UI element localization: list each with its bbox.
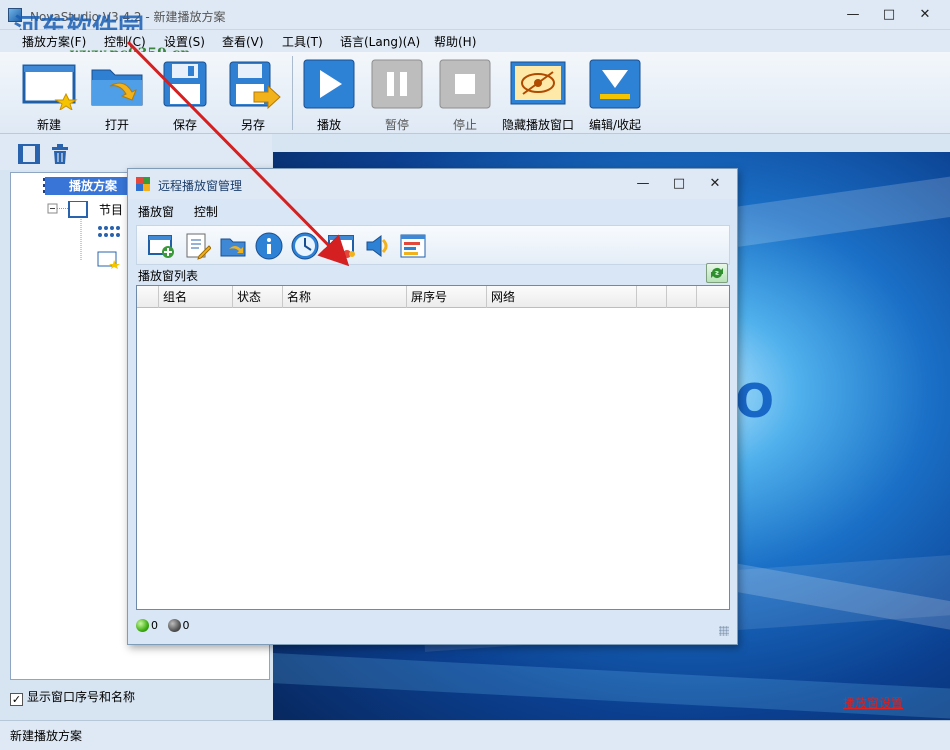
dialog-app-icon — [136, 177, 150, 191]
show-index-row[interactable]: ✓ 显示窗口序号和名称 — [10, 688, 135, 706]
col-network[interactable]: 网络 — [487, 286, 637, 308]
dialog-title: 远程播放窗管理 — [158, 179, 243, 193]
scheme-toolbar — [0, 134, 272, 170]
stop-button[interactable]: 停止 — [432, 58, 498, 132]
dialog-maximize-button[interactable]: □ — [666, 175, 692, 193]
save-as-icon — [224, 58, 282, 110]
dialog-title-bar: 远程播放窗管理 — □ ✕ — [128, 169, 737, 199]
window-list-caption: 播放窗列表 — [138, 269, 199, 283]
hide-play-window-button[interactable]: 隐藏播放窗口 — [500, 58, 576, 132]
menu-tools[interactable]: 工具(T) — [282, 33, 323, 50]
col-extra-2[interactable] — [667, 286, 697, 308]
col-status[interactable]: 状态 — [233, 286, 283, 308]
dialog-menu-control[interactable]: 控制 — [194, 205, 218, 219]
dots-grid-icon[interactable] — [97, 225, 121, 243]
trash-icon[interactable] — [50, 143, 70, 165]
clock-icon[interactable] — [291, 232, 319, 260]
col-extra-3[interactable] — [697, 286, 729, 308]
pause-button[interactable]: 暂停 — [364, 58, 430, 132]
dialog-menu-window[interactable]: 播放窗 — [138, 205, 174, 219]
floppy-icon — [156, 58, 214, 110]
film-icon[interactable] — [18, 144, 40, 164]
dialog-toolbar — [136, 225, 730, 265]
online-count: 0 — [151, 619, 158, 632]
preview-letter: O — [735, 374, 775, 428]
play-button[interactable]: 播放 — [296, 58, 362, 132]
toolbar-separator — [292, 56, 293, 130]
window-item-icon[interactable] — [97, 251, 121, 269]
table-header: 组名 状态 名称 屏序号 网络 — [137, 286, 729, 308]
close-button[interactable]: ✕ — [912, 6, 938, 24]
collapse-icon — [586, 58, 644, 110]
list-settings-icon[interactable] — [399, 232, 427, 260]
add-window-icon[interactable] — [147, 232, 175, 260]
dialog-minimize-button[interactable]: — — [630, 175, 656, 193]
folder-open-icon — [88, 58, 146, 110]
menu-view[interactable]: 查看(V) — [222, 33, 264, 50]
offline-indicator-icon — [167, 619, 181, 632]
refresh-icon — [711, 268, 723, 278]
save-button[interactable]: 保存 — [152, 58, 218, 132]
show-index-checkbox[interactable]: ✓ — [10, 693, 23, 706]
hidden-eye-icon — [509, 58, 567, 110]
col-screen-index[interactable]: 屏序号 — [407, 286, 487, 308]
col-name[interactable]: 名称 — [283, 286, 407, 308]
open-button[interactable]: 打开 — [84, 58, 150, 132]
play-window-settings-link[interactable]: 播放窗设置 — [843, 694, 903, 711]
play-icon — [300, 58, 358, 110]
volume-icon[interactable] — [363, 232, 391, 260]
stop-icon — [436, 58, 494, 110]
online-indicator-icon — [136, 619, 149, 632]
window-list-table[interactable]: 组名 状态 名称 屏序号 网络 — [136, 285, 730, 610]
screen-tools-icon[interactable] — [327, 232, 355, 260]
edit-document-icon[interactable] — [183, 232, 211, 260]
info-icon[interactable] — [255, 232, 283, 260]
dialog-status: 0 0 — [136, 619, 190, 632]
title-bar: NovaStudio V3.4.2 - 新建播放方案 河东软件园 — □ ✕ — [0, 0, 950, 44]
dialog-menu: 播放窗 控制 — [138, 203, 234, 220]
menu-help[interactable]: 帮助(H) — [434, 33, 476, 50]
maximize-button[interactable]: □ — [876, 6, 902, 24]
remote-window-dialog: 远程播放窗管理 — □ ✕ 播放窗 控制 播放窗列表 组名 状态 名称 屏序号 … — [127, 168, 738, 645]
tree-node-program[interactable]: 节目 — [99, 201, 123, 218]
minimize-button[interactable]: — — [840, 6, 866, 24]
dialog-close-button[interactable]: ✕ — [702, 175, 728, 193]
resize-grip[interactable] — [719, 626, 729, 636]
status-bar: 新建播放方案 — [0, 720, 950, 750]
pause-icon — [368, 58, 426, 110]
menu-language[interactable]: 语言(Lang)(A) — [340, 33, 420, 50]
show-index-label: 显示窗口序号和名称 — [27, 690, 136, 704]
refresh-button[interactable] — [706, 263, 728, 283]
offline-count: 0 — [182, 619, 190, 632]
main-toolbar: 新建 打开 保存 另存 播放 暂停 停止 隐藏播放窗口 编辑/收起 — [0, 52, 950, 134]
new-button[interactable]: 新建 — [16, 58, 82, 132]
open-folder-icon[interactable] — [219, 232, 247, 260]
col-extra-1[interactable] — [637, 286, 667, 308]
col-select[interactable] — [137, 286, 159, 308]
col-group-name[interactable]: 组名 — [159, 286, 233, 308]
status-text: 新建播放方案 — [10, 729, 83, 743]
save-as-button[interactable]: 另存 — [220, 58, 286, 132]
tree-root-plan[interactable]: 播放方案 — [45, 177, 127, 195]
new-icon — [20, 58, 78, 112]
edit-collapse-button[interactable]: 编辑/收起 — [580, 58, 650, 132]
